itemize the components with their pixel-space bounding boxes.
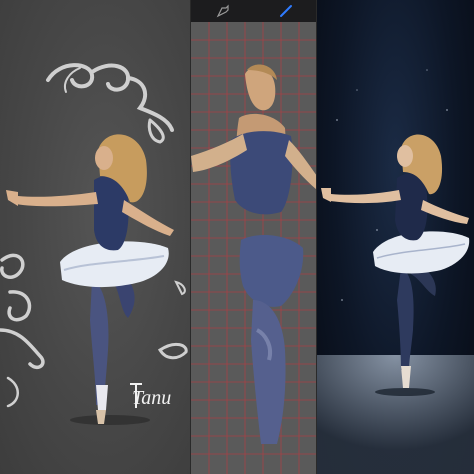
ornament-scroll-left <box>0 253 45 408</box>
pen-nib-button[interactable] <box>212 2 234 20</box>
canvas-toolbar <box>191 0 317 22</box>
artist-signature: Tanu <box>132 387 171 409</box>
ornament-scroll-top <box>46 63 174 144</box>
ornament-leaf-right <box>157 280 188 360</box>
procreate-canvas-panel <box>191 0 317 474</box>
reference-photo-panel <box>317 0 474 474</box>
brush-button[interactable] <box>275 2 297 20</box>
brush-icon <box>279 5 292 17</box>
painted-sketch-panel: Tanu <box>0 0 191 474</box>
pen-nib-icon <box>216 4 229 18</box>
painting-artwork: Tanu <box>0 63 188 425</box>
grid-canvas <box>191 0 317 474</box>
reference-photo <box>317 69 474 474</box>
